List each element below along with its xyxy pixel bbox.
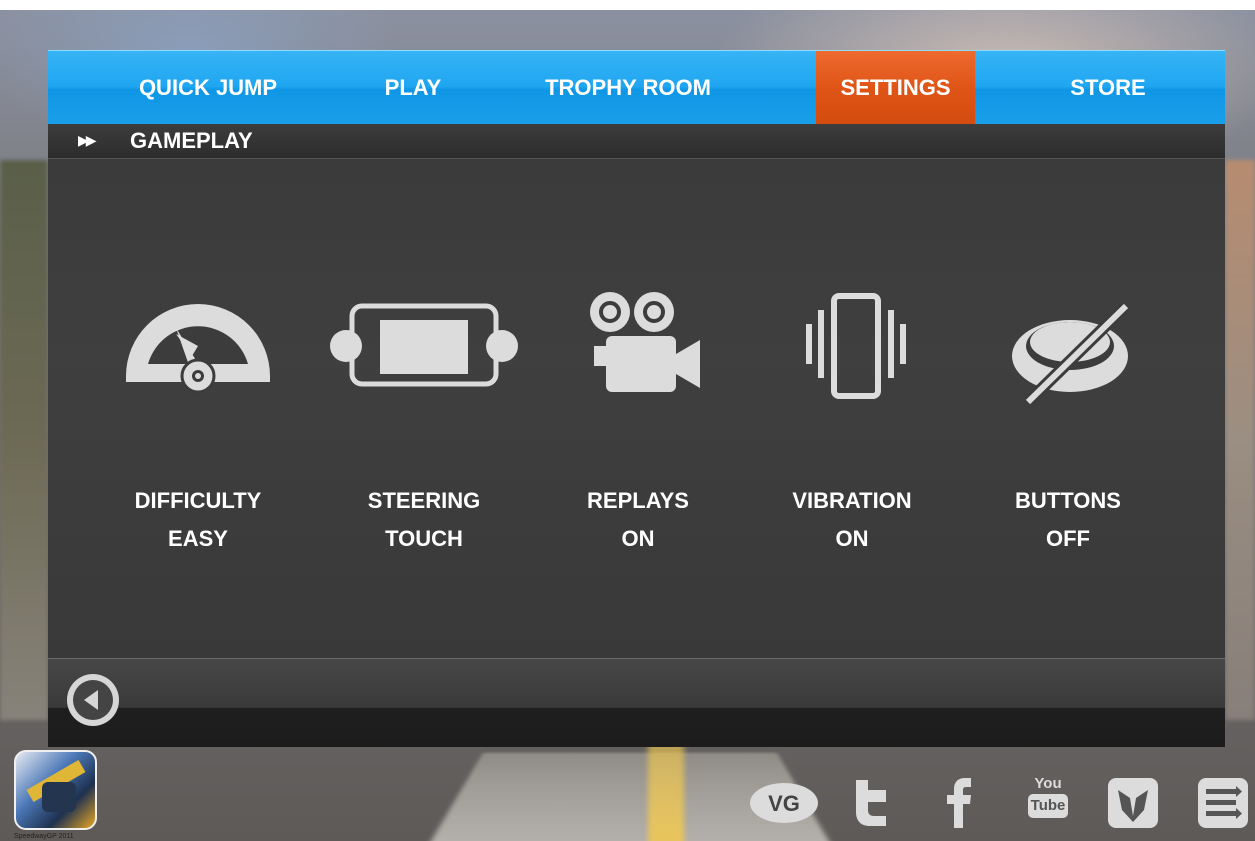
section-title: GAMEPLAY xyxy=(130,128,253,153)
panel-footer xyxy=(48,658,1225,747)
tab-store[interactable]: STORE xyxy=(1028,51,1188,125)
speedometer-icon xyxy=(126,304,270,394)
track-line xyxy=(648,740,684,841)
app-icon[interactable] xyxy=(14,750,97,830)
buttons-name: BUTTONS xyxy=(1015,488,1121,513)
youtube-tube: Tube xyxy=(1028,794,1068,818)
app-icon-body xyxy=(42,782,76,812)
difficulty-label: DIFFICULTY EASY xyxy=(98,482,298,558)
app-caption: SpeedwayGP 2011 xyxy=(14,833,74,840)
youtube-icon[interactable]: You Tube xyxy=(1028,776,1068,828)
buttons-label: BUTTONS OFF xyxy=(968,482,1168,558)
difficulty-option[interactable]: DIFFICULTY EASY xyxy=(98,284,298,551)
youtube-you: You xyxy=(1034,775,1062,792)
brand-logo-icon[interactable] xyxy=(1106,776,1160,830)
svg-text:VG: VG xyxy=(768,791,800,816)
vibrate-phone-icon xyxy=(806,293,906,399)
steering-option[interactable]: STEERING TOUCH xyxy=(324,284,524,551)
fast-forward-icon: ▶▶ xyxy=(78,132,96,148)
trackside-right xyxy=(1225,160,1255,720)
replays-option[interactable]: REPLAYS ON xyxy=(538,284,738,551)
tab-trophy-room[interactable]: TROPHY ROOM xyxy=(518,51,738,125)
facebook-icon[interactable] xyxy=(944,778,972,828)
top-edge xyxy=(0,0,1255,10)
tab-quick-jump[interactable]: QUICK JUMP xyxy=(108,51,308,125)
twitter-icon[interactable] xyxy=(850,778,890,828)
trackside-left xyxy=(0,160,48,720)
tab-play[interactable]: PLAY xyxy=(338,51,488,125)
vg-icon[interactable]: VG xyxy=(748,780,820,826)
buttons-off-icon xyxy=(1012,301,1131,404)
replays-label: REPLAYS ON xyxy=(538,482,738,558)
back-button[interactable] xyxy=(64,671,122,729)
replays-value: ON xyxy=(621,526,655,551)
replays-name: REPLAYS xyxy=(587,488,689,513)
vibration-name: VIBRATION xyxy=(792,488,912,513)
tab-settings[interactable]: SETTINGS xyxy=(816,51,975,125)
difficulty-name: DIFFICULTY xyxy=(134,488,262,513)
menu-list-icon[interactable] xyxy=(1196,776,1250,830)
steering-label: STEERING TOUCH xyxy=(324,482,524,558)
main-nav: QUICK JUMP PLAY TROPHY ROOM SETTINGS STO… xyxy=(48,50,1225,125)
settings-panel: ▶▶ GAMEPLAY DIFFICULTY EASY STEERING TOU xyxy=(48,124,1225,706)
section-header: ▶▶ GAMEPLAY xyxy=(48,124,1225,159)
tablet-icon xyxy=(330,303,518,387)
video-camera-icon xyxy=(590,292,700,392)
vibration-option[interactable]: VIBRATION ON xyxy=(752,284,952,551)
difficulty-value: EASY xyxy=(168,526,228,551)
vibration-value: ON xyxy=(835,526,869,551)
steering-name: STEERING xyxy=(367,488,481,513)
vibration-label: VIBRATION ON xyxy=(752,482,952,558)
steering-value: TOUCH xyxy=(385,526,463,551)
buttons-option[interactable]: BUTTONS OFF xyxy=(968,284,1168,551)
buttons-value: OFF xyxy=(1046,526,1090,551)
